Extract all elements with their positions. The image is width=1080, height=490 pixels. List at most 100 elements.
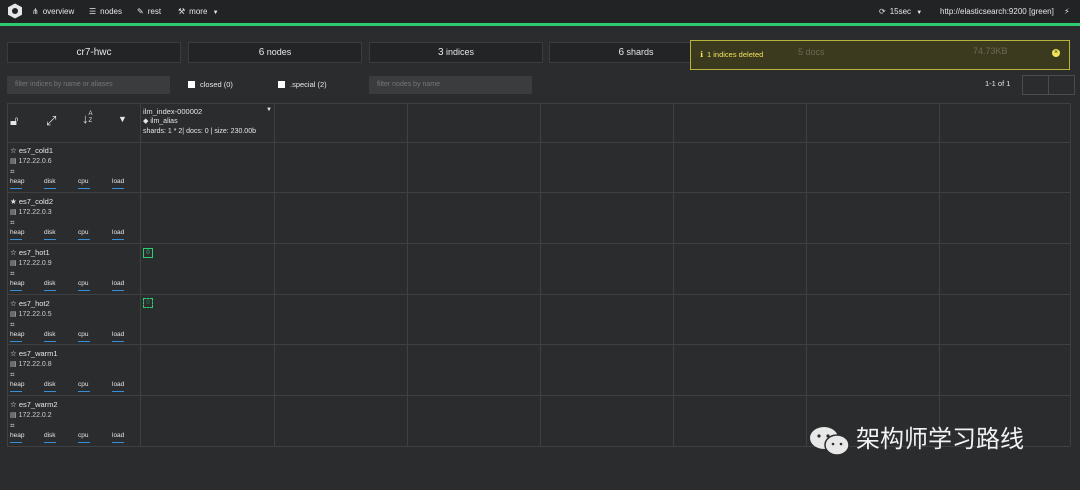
load-metric: load <box>112 228 132 240</box>
nav-more[interactable]: ⚒ more ▼ <box>178 0 219 23</box>
filter-indices-input[interactable]: filter indices by name or aliases <box>7 76 170 94</box>
tag-icon: ◆ <box>143 118 149 125</box>
disconnect-icon[interactable]: ⚡ <box>1064 0 1070 23</box>
caret-down-icon[interactable]: ▼ <box>118 114 127 124</box>
caret-down-icon: ▼ <box>212 10 219 16</box>
grid-col-divider <box>407 103 408 446</box>
nav-rest[interactable]: ✎ rest <box>137 0 161 23</box>
node-ip: 172.22.0.8 <box>18 361 52 368</box>
node-name: es7_cold1 <box>18 146 54 155</box>
pagination-label: 1-1 of 1 <box>985 79 1011 88</box>
cpu-metric: cpu <box>78 177 98 189</box>
star-icon[interactable]: ☆ <box>10 146 17 155</box>
load-bar <box>112 290 124 291</box>
node-row: ☆ es7_warm2 ▤ 172.22.0.2 ⌗ heap disk cpu… <box>10 399 136 443</box>
watermark-text: 架构师学习路线 <box>856 426 1024 453</box>
star-icon[interactable]: ☆ <box>10 248 17 257</box>
cluster-url[interactable]: http://elasticsearch:9200 [green] <box>940 0 1054 23</box>
load-metric: load <box>112 177 132 189</box>
disk-metric: disk <box>44 177 64 189</box>
load-bar <box>112 188 124 189</box>
unlock-icon[interactable]: 🔓︎ <box>10 113 18 129</box>
special-checkbox[interactable]: .special (2) <box>278 79 327 91</box>
disk-bar <box>44 391 56 392</box>
grid-row-divider <box>7 192 1070 193</box>
heap-metric: heap <box>10 380 30 392</box>
node-name: es7_warm1 <box>18 349 58 358</box>
grid-row-divider <box>7 395 1070 396</box>
nav-nodes[interactable]: ☰ nodes <box>89 0 122 23</box>
cpu-bar <box>78 391 90 392</box>
grid-row-divider <box>7 344 1070 345</box>
checkbox-box <box>278 81 285 88</box>
disk-metric: disk <box>44 431 64 443</box>
nav-overview[interactable]: ⋔ overview <box>32 0 74 23</box>
load-bar <box>112 391 124 392</box>
crop-icon: ⌗ <box>10 218 15 227</box>
grid-row-divider <box>7 294 1070 295</box>
caret-down-icon[interactable]: ▼ <box>266 107 272 113</box>
heap-bar <box>10 341 22 342</box>
star-icon[interactable]: ☆ <box>10 299 17 308</box>
caret-down-icon: ▼ <box>916 10 923 16</box>
star-icon[interactable]: ☆ <box>10 349 17 358</box>
prev-page-button[interactable] <box>1022 75 1049 95</box>
filter-nodes-input[interactable]: filter nodes by name <box>369 76 532 94</box>
node-row: ★ es7_cold2 ▤ 172.22.0.3 ⌗ heap disk cpu… <box>10 196 136 240</box>
cpu-bar <box>78 442 90 443</box>
indices-stat: 3 indices <box>369 42 543 63</box>
grid-col-divider <box>7 103 8 446</box>
alert-text: 1 indices deleted <box>707 50 764 59</box>
load-bar <box>112 239 124 240</box>
heap-metric: heap <box>10 279 30 291</box>
node-name: es7_cold2 <box>18 197 54 206</box>
server-icon: ▤ <box>10 311 17 318</box>
index-header[interactable]: ilm_index-000002 ▼ ◆ ilm_alias shards: 1… <box>143 107 273 137</box>
close-icon[interactable]: × <box>1052 49 1060 57</box>
node-metrics: heap disk cpu load <box>10 177 136 189</box>
server-icon: ▤ <box>10 158 17 165</box>
primary-shard[interactable]: 0 <box>143 248 153 258</box>
node-metrics: heap disk cpu load <box>10 330 136 342</box>
sitemap-icon: ⋔ <box>32 7 39 16</box>
cpu-bar <box>78 341 90 342</box>
wechat-icon <box>810 427 850 456</box>
crop-icon: ⌗ <box>10 269 15 278</box>
sort-alpha-icon[interactable]: ↓A Z <box>82 111 93 126</box>
heap-bar <box>10 391 22 392</box>
load-metric: load <box>112 330 132 342</box>
heap-bar <box>10 239 22 240</box>
cpu-metric: cpu <box>78 380 98 392</box>
cpu-metric: cpu <box>78 279 98 291</box>
disk-bar <box>44 188 56 189</box>
refresh-interval-dropdown[interactable]: ⟳ 15sec ▼ <box>879 0 922 23</box>
replica-shard[interactable]: 0 <box>143 298 153 308</box>
heap-metric: heap <box>10 177 30 189</box>
cpu-metric: cpu <box>78 228 98 240</box>
server-icon: ▤ <box>10 260 17 267</box>
node-ip: 172.22.0.3 <box>18 209 52 216</box>
grid-col-divider <box>540 103 541 446</box>
load-metric: load <box>112 431 132 443</box>
node-ip: 172.22.0.9 <box>18 260 52 267</box>
expand-icon[interactable]: ⤢ <box>46 113 56 129</box>
disk-metric: disk <box>44 380 64 392</box>
node-metrics: heap disk cpu load <box>10 431 136 443</box>
node-ip: 172.22.0.6 <box>18 158 52 165</box>
master-star-icon[interactable]: ★ <box>10 197 17 206</box>
docs-stat: 5 docs <box>798 47 825 57</box>
next-page-button[interactable] <box>1048 75 1075 95</box>
cpu-metric: cpu <box>78 330 98 342</box>
cpu-bar <box>78 239 90 240</box>
cluster-status-line <box>0 23 1080 26</box>
cpu-bar <box>78 290 90 291</box>
star-icon[interactable]: ☆ <box>10 400 17 409</box>
node-row: ☆ es7_hot2 ▤ 172.22.0.5 ⌗ heap disk cpu … <box>10 298 136 342</box>
closed-checkbox[interactable]: closed (0) <box>188 79 233 91</box>
grid-row-divider <box>7 243 1070 244</box>
cerebro-logo-icon[interactable] <box>7 3 23 19</box>
grid-col-divider <box>673 103 674 446</box>
node-metrics: heap disk cpu load <box>10 228 136 240</box>
load-bar <box>112 442 124 443</box>
index-summary: shards: 1 * 2| docs: 0 | size: 230.00b <box>143 128 256 135</box>
